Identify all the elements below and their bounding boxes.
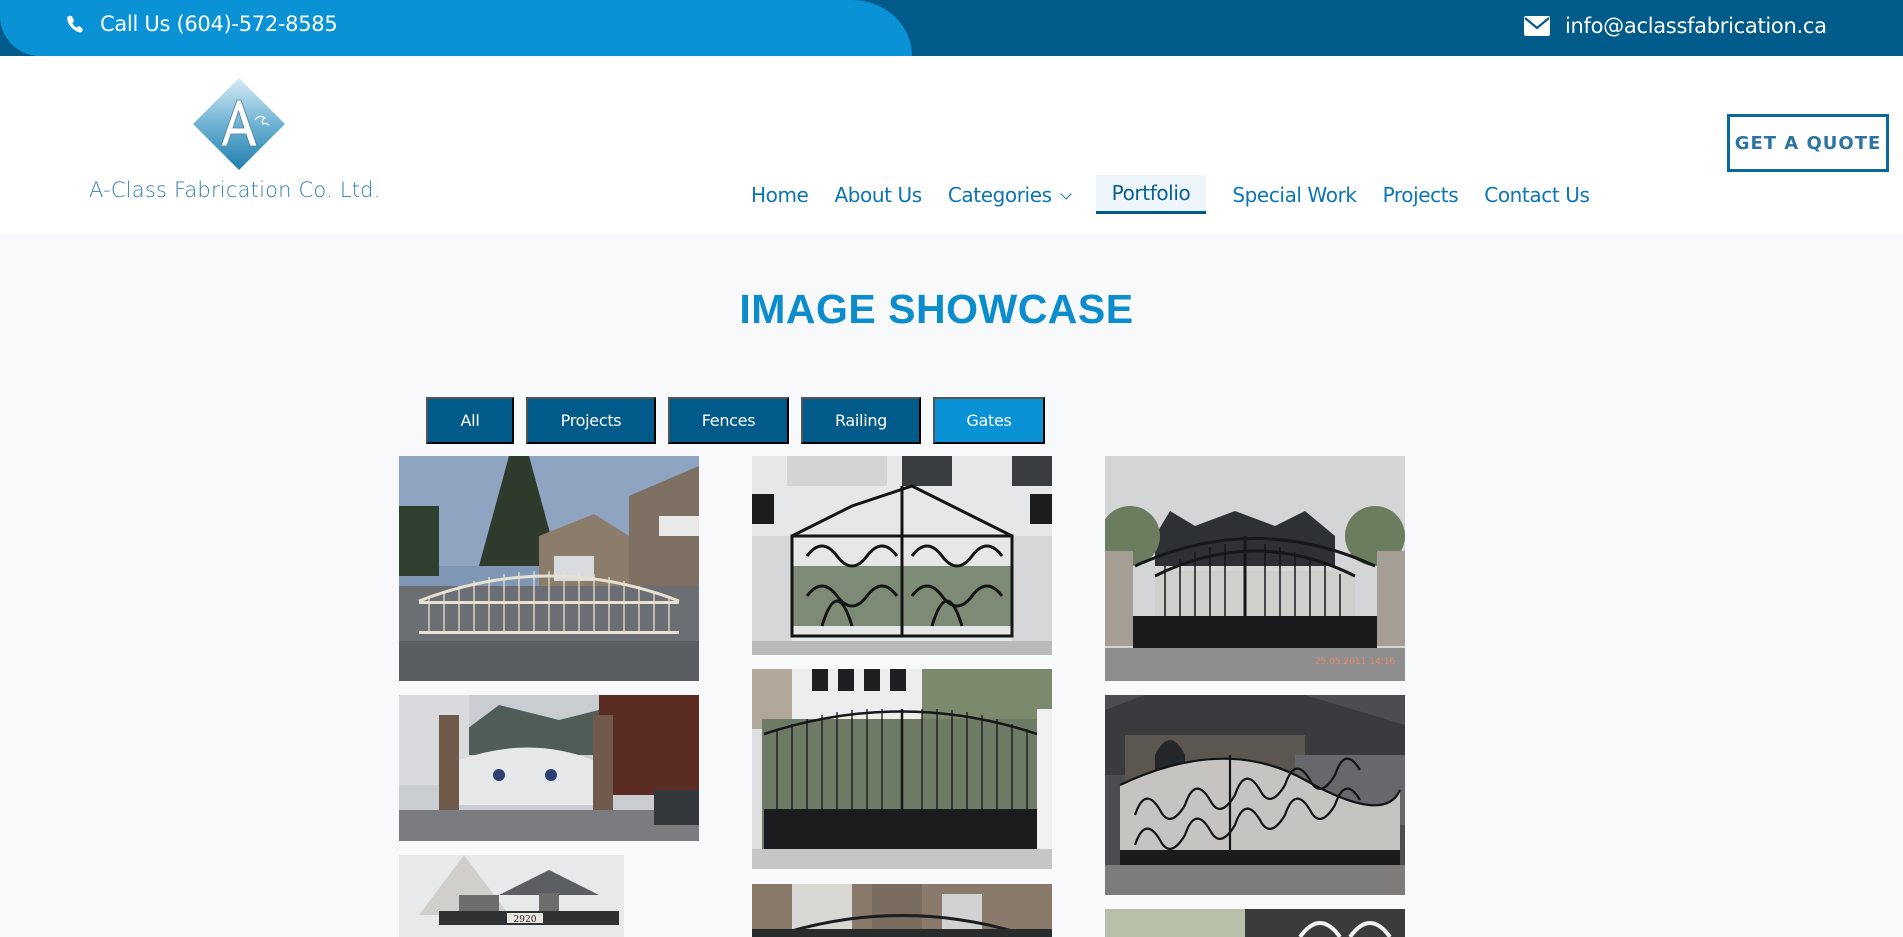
gallery-image[interactable] — [752, 456, 1052, 655]
gallery-image[interactable] — [399, 695, 699, 841]
nav-home[interactable]: Home — [738, 177, 821, 213]
filter-projects[interactable]: Projects — [526, 397, 656, 444]
address-sign-text: 2920 — [514, 915, 537, 925]
nav-special-work[interactable]: Special Work — [1219, 177, 1369, 213]
filter-bar: All Projects Fences Railing Gates — [426, 397, 1045, 444]
phone-icon — [67, 15, 83, 33]
site-header: A-Class Fabrication Co. Ltd. Home About … — [0, 56, 1903, 234]
nav-contact-us[interactable]: Contact Us — [1471, 177, 1602, 213]
main-nav: Home About Us Categories Portfolio Speci… — [738, 175, 1602, 214]
gallery-image[interactable]: 25.05.2011 14:16 — [1105, 456, 1405, 681]
get-a-quote-button[interactable]: GET A QUOTE — [1727, 114, 1889, 172]
chevron-down-icon — [1059, 187, 1072, 200]
gallery-image[interactable] — [752, 884, 1052, 937]
showcase-title: IMAGE SHOWCASE — [739, 286, 1134, 332]
envelope-icon — [1524, 16, 1550, 36]
filter-gates[interactable]: Gates — [933, 397, 1045, 444]
gallery-image[interactable] — [752, 669, 1052, 869]
filter-fences[interactable]: Fences — [668, 397, 789, 444]
image-showcase-section: IMAGE SHOWCASE All Projects Fences Raili… — [0, 234, 1903, 937]
photo-timestamp-text: 25.05.2011 14:16 — [1315, 657, 1396, 667]
gallery-image[interactable] — [1105, 695, 1405, 895]
nav-categories-label: Categories — [947, 182, 1052, 207]
nav-about-us[interactable]: About Us — [821, 177, 934, 213]
phone-number: Call Us (604)-572-8585 — [100, 12, 338, 36]
company-logo-icon[interactable] — [191, 76, 287, 172]
company-name: A-Class Fabrication Co. Ltd. — [89, 178, 381, 202]
top-contact-bar: Call Us (604)-572-8585 info@aclassfabric… — [0, 0, 1903, 56]
nav-categories[interactable]: Categories — [935, 177, 1083, 213]
filter-all[interactable]: All — [426, 397, 514, 444]
nav-projects[interactable]: Projects — [1370, 177, 1472, 213]
email-address: info@aclassfabrication.ca — [1565, 14, 1827, 38]
gallery-image[interactable] — [399, 456, 699, 681]
gallery-image[interactable]: 2920 — [399, 855, 624, 937]
nav-portfolio[interactable]: Portfolio — [1095, 175, 1207, 214]
filter-railing[interactable]: Railing — [801, 397, 921, 444]
gallery-image[interactable] — [1105, 909, 1405, 937]
email-link[interactable]: info@aclassfabrication.ca — [1523, 14, 1827, 38]
call-us-link[interactable]: Call Us (604)-572-8585 — [64, 12, 338, 36]
